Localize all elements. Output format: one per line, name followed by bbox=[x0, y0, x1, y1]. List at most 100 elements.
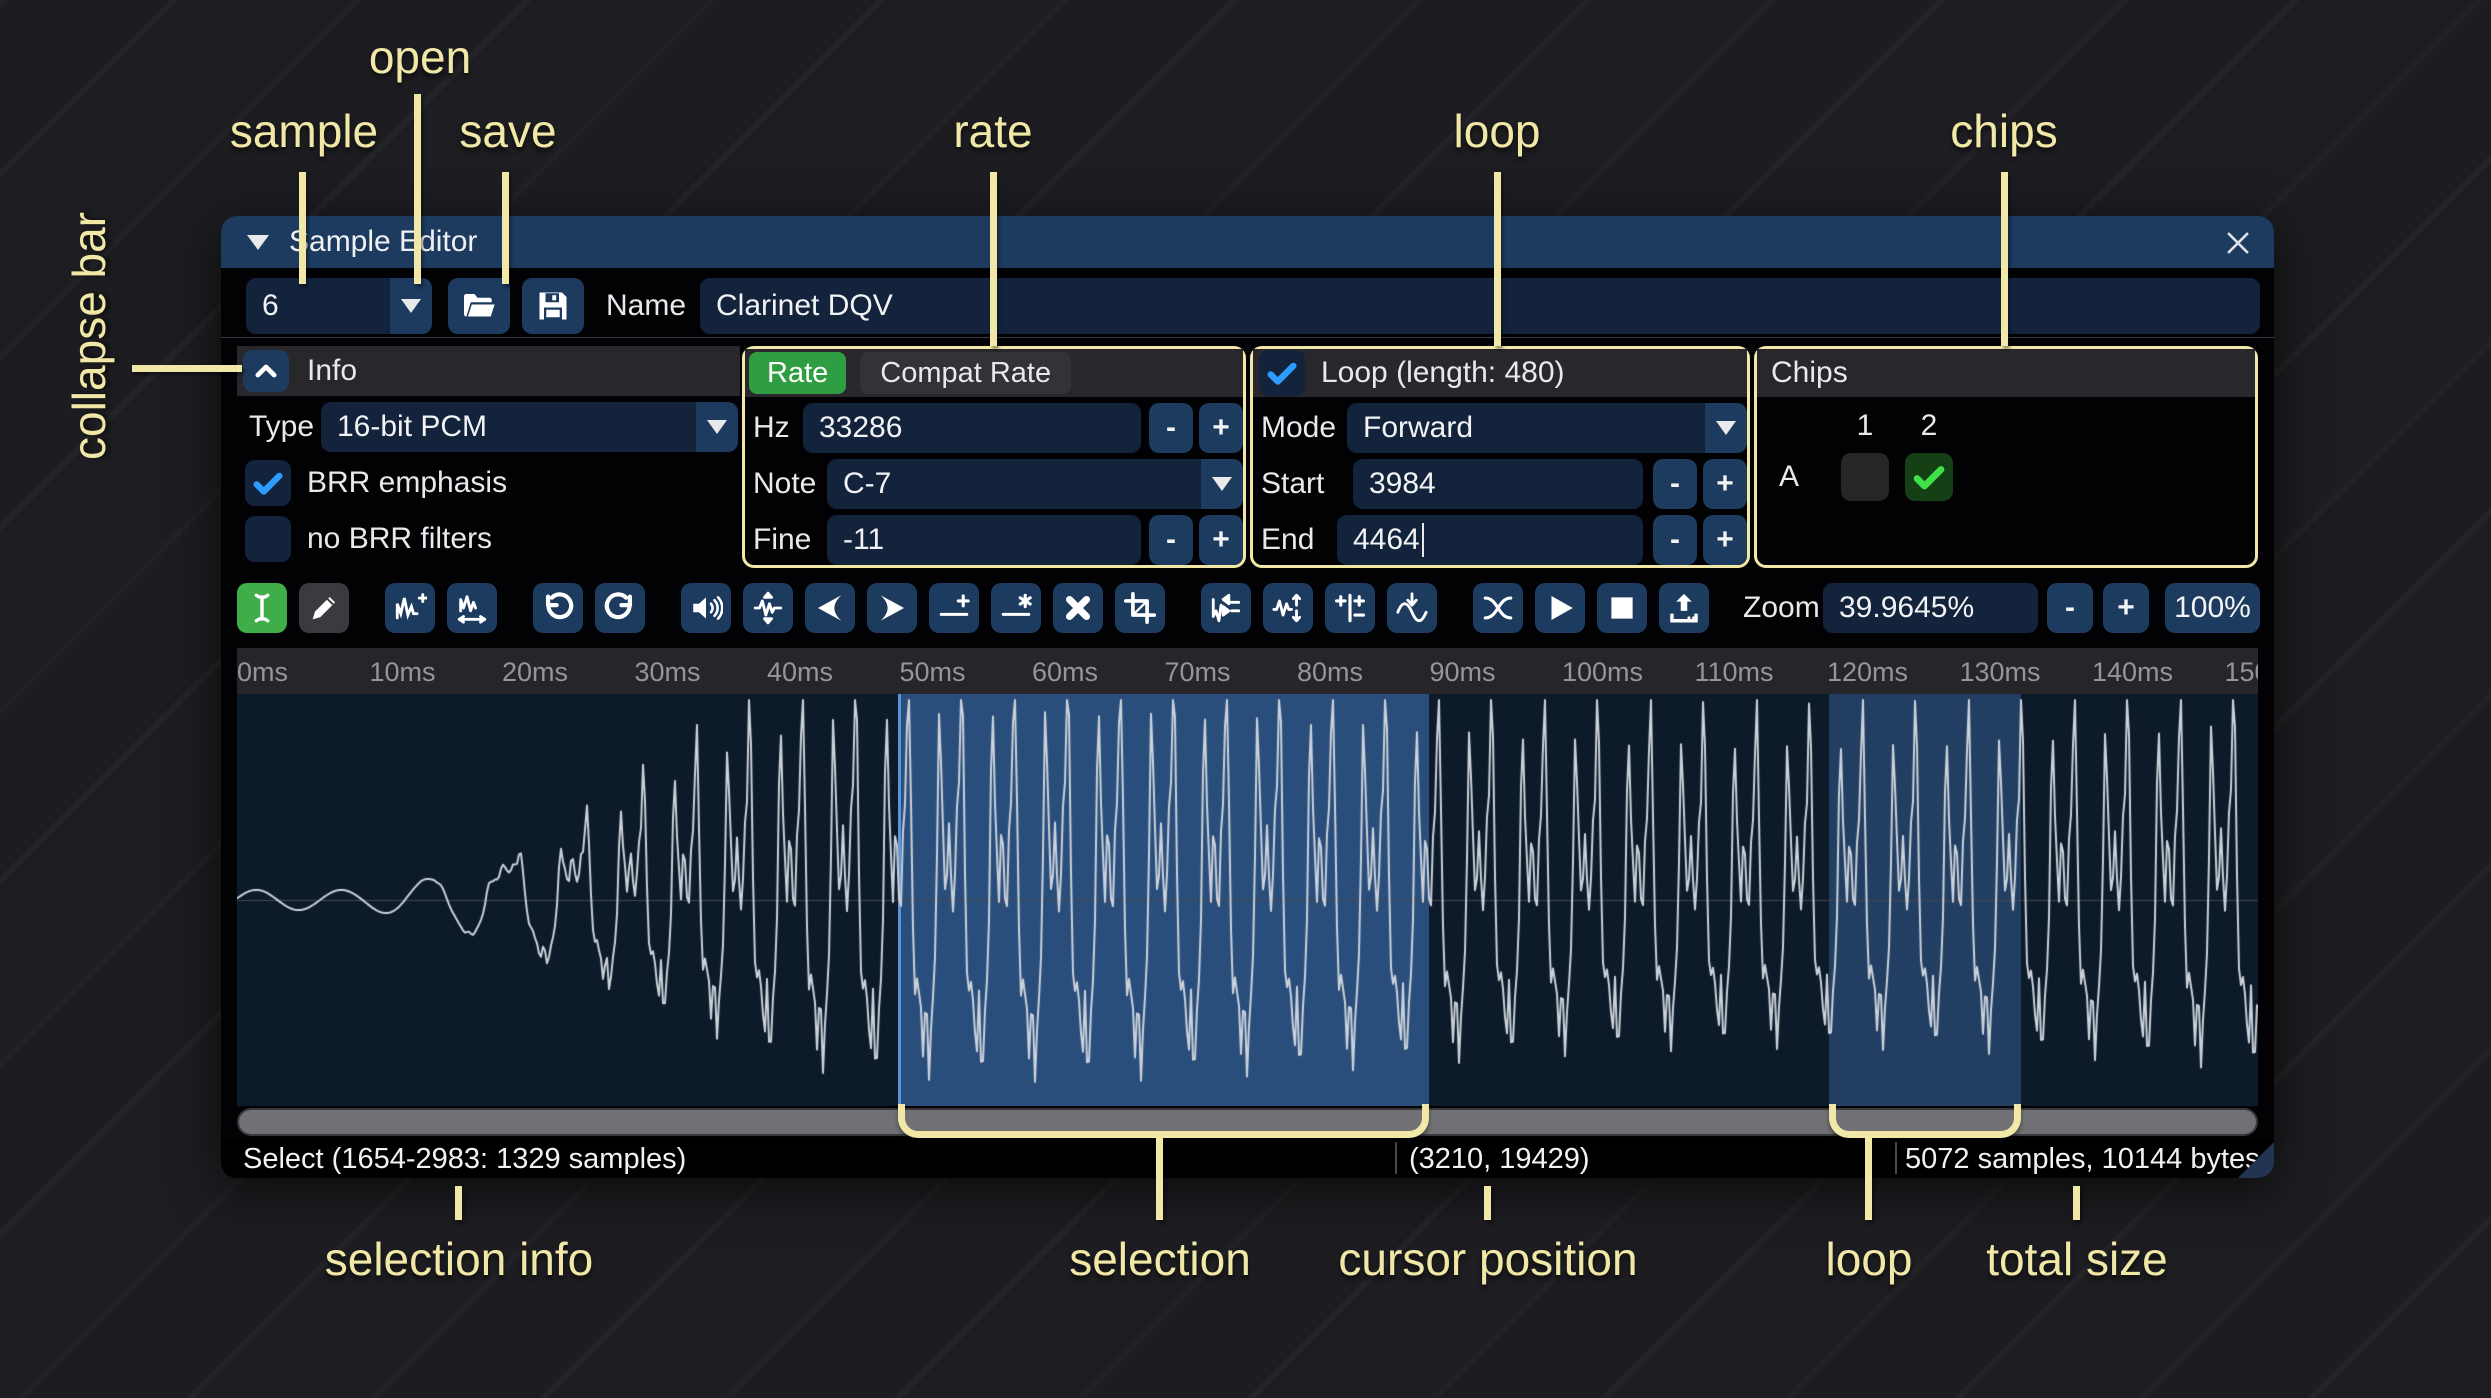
toolbar-button-delete[interactable] bbox=[1053, 583, 1103, 633]
toolbar-button-resample[interactable] bbox=[447, 583, 497, 633]
sample-number-select[interactable]: 6 bbox=[246, 278, 432, 334]
toolbar-button-select-mode[interactable] bbox=[237, 583, 287, 633]
loop-start-input[interactable]: 3984 bbox=[1353, 459, 1643, 509]
reverse-icon bbox=[1211, 593, 1241, 623]
annotation-selection-info: selection info bbox=[324, 1233, 594, 1285]
zoom-value: 39.9645% bbox=[1839, 591, 1975, 624]
compat-rate-tab-button[interactable]: Compat Rate bbox=[860, 352, 1072, 394]
separator bbox=[221, 337, 2274, 338]
toolbar-button-apply-filter[interactable] bbox=[1387, 583, 1437, 633]
chevron-down-icon[interactable] bbox=[390, 278, 432, 334]
loop-start-plus-button[interactable]: + bbox=[1703, 459, 1747, 509]
open-sample-button[interactable] bbox=[448, 278, 510, 334]
annotation-selection: selection bbox=[1069, 1233, 1251, 1285]
timeline-ruler[interactable]: 0ms 10ms 20ms 30ms 40ms 50ms 60ms 70ms 80ms 90ms 1… bbox=[237, 648, 2258, 694]
zoom-in-button[interactable]: + bbox=[2103, 583, 2149, 633]
ruler-tick: 10ms bbox=[369, 657, 436, 687]
insert-silence-icon bbox=[939, 594, 970, 616]
resize-grip-icon[interactable] bbox=[2238, 1142, 2274, 1178]
ruler-tick: 50ms bbox=[899, 657, 966, 687]
zoom-input[interactable]: 39.9645% bbox=[1823, 583, 2038, 633]
window-title: Sample Editor bbox=[289, 225, 478, 258]
zoom-reset-button[interactable]: 100% bbox=[2165, 583, 2260, 633]
loop-mode-label: Mode bbox=[1261, 411, 1337, 444]
hz-label: Hz bbox=[753, 411, 790, 444]
toolbar-button-preview[interactable] bbox=[1535, 583, 1585, 633]
loop-end-input[interactable]: 4464 bbox=[1337, 515, 1643, 565]
collapse-info-button[interactable] bbox=[243, 350, 289, 392]
waveform-canvas[interactable] bbox=[237, 694, 2258, 1106]
chip-column-1: 1 bbox=[1856, 409, 1874, 442]
sample-row: 6 Name Clarinet DQV bbox=[221, 278, 2274, 334]
apply-silence-icon bbox=[1001, 593, 1032, 616]
save-sample-button[interactable] bbox=[522, 278, 584, 334]
sample-type-select[interactable]: 16-bit PCM bbox=[321, 402, 738, 452]
toolbar-button-undo[interactable] bbox=[533, 583, 583, 633]
hz-input[interactable]: 33286 bbox=[803, 403, 1141, 453]
toolbar-button-amplify[interactable] bbox=[681, 583, 731, 633]
rate-panel: Rate Compat Rate Hz 33286 - + Note C-7 F… bbox=[742, 346, 1246, 568]
redo-icon bbox=[604, 592, 633, 620]
loop-end-minus-button[interactable]: - bbox=[1653, 515, 1697, 565]
rate-header: Rate Compat Rate bbox=[745, 349, 1243, 397]
sample-editor-window: Sample Editor 6 Name Clarinet DQV Info T… bbox=[221, 216, 2274, 1178]
waveform-display[interactable] bbox=[237, 694, 2258, 1106]
chevron-down-icon[interactable] bbox=[1705, 403, 1747, 453]
chip-a2-checkbox[interactable] bbox=[1905, 453, 1953, 501]
toolbar-button-fade-out[interactable] bbox=[867, 583, 917, 633]
toolbar-button-redo[interactable] bbox=[595, 583, 645, 633]
toolbar-button-trim[interactable] bbox=[1115, 583, 1165, 633]
no-brr-filters-checkbox[interactable] bbox=[245, 516, 291, 562]
loop-mode-select[interactable]: Forward bbox=[1347, 403, 1747, 453]
toolbar-button-signed-unsigned[interactable] bbox=[1325, 583, 1375, 633]
chevron-down-icon[interactable] bbox=[696, 402, 738, 452]
loop-panel: Loop (length: 480) Mode Forward Start 39… bbox=[1250, 346, 1750, 568]
sample-number-value: 6 bbox=[246, 278, 390, 334]
scrollbar-track[interactable] bbox=[237, 1108, 2258, 1136]
hz-minus-button[interactable]: - bbox=[1149, 403, 1193, 453]
rate-tab-button[interactable]: Rate bbox=[749, 352, 847, 394]
loop-enable-checkbox[interactable] bbox=[1259, 350, 1305, 396]
fine-plus-button[interactable]: + bbox=[1199, 515, 1243, 565]
annotation-chips: chips bbox=[1950, 105, 2058, 157]
note-value: C-7 bbox=[827, 459, 1201, 509]
chevron-down-icon[interactable] bbox=[1201, 459, 1243, 509]
fine-minus-button[interactable]: - bbox=[1149, 515, 1193, 565]
sample-type-value: 16-bit PCM bbox=[321, 402, 696, 452]
toolbar-button-crossfade-loop[interactable] bbox=[1473, 583, 1523, 633]
toolbar-button-fade-in[interactable] bbox=[805, 583, 855, 633]
ruler-tick: 150ms bbox=[2224, 657, 2259, 687]
annotation-line bbox=[1484, 1186, 1491, 1220]
note-select[interactable]: C-7 bbox=[827, 459, 1243, 509]
loop-end-plus-button[interactable]: + bbox=[1703, 515, 1747, 565]
window-collapse-icon[interactable] bbox=[247, 234, 269, 250]
annotation-save: save bbox=[459, 105, 557, 157]
speaker-volume-icon bbox=[693, 596, 723, 620]
ruler-tick: 20ms bbox=[502, 657, 569, 687]
toolbar-button-stop-preview[interactable] bbox=[1597, 583, 1647, 633]
zoom-out-button[interactable]: - bbox=[2047, 583, 2093, 633]
toolbar-button-insert-silence[interactable] bbox=[929, 583, 979, 633]
toolbar-button-invert[interactable] bbox=[1263, 583, 1313, 633]
chips-header: Chips bbox=[1757, 349, 2255, 397]
toolbar-button-resize[interactable] bbox=[385, 583, 435, 633]
hz-plus-button[interactable]: + bbox=[1199, 403, 1243, 453]
toolbar-button-apply-silence[interactable] bbox=[991, 583, 1041, 633]
toolbar-button-create-wavetable[interactable] bbox=[1659, 583, 1709, 633]
info-panel: Info Type 16-bit PCM BRR emphasis no BRR… bbox=[237, 346, 740, 568]
toolbar-button-draw-mode[interactable] bbox=[299, 583, 349, 633]
hz-value: 33286 bbox=[819, 411, 903, 444]
annotation-loop: loop bbox=[1453, 105, 1541, 157]
sample-name-input[interactable]: Clarinet DQV bbox=[700, 278, 2260, 334]
stop-icon bbox=[1611, 597, 1633, 619]
fine-input[interactable]: -11 bbox=[827, 515, 1141, 565]
toolbar-button-reverse[interactable] bbox=[1201, 583, 1251, 633]
close-button[interactable] bbox=[2216, 221, 2260, 265]
loop-start-minus-button[interactable]: - bbox=[1653, 459, 1697, 509]
title-bar[interactable]: Sample Editor bbox=[221, 216, 2274, 268]
chip-a1-checkbox[interactable] bbox=[1841, 453, 1889, 501]
desktop: { "window": { "title": "Sample Editor" }… bbox=[0, 0, 2491, 1398]
brr-emphasis-checkbox[interactable] bbox=[245, 460, 291, 506]
toolbar-button-normalize[interactable] bbox=[743, 583, 793, 633]
scrollbar-thumb[interactable] bbox=[239, 1110, 2256, 1134]
